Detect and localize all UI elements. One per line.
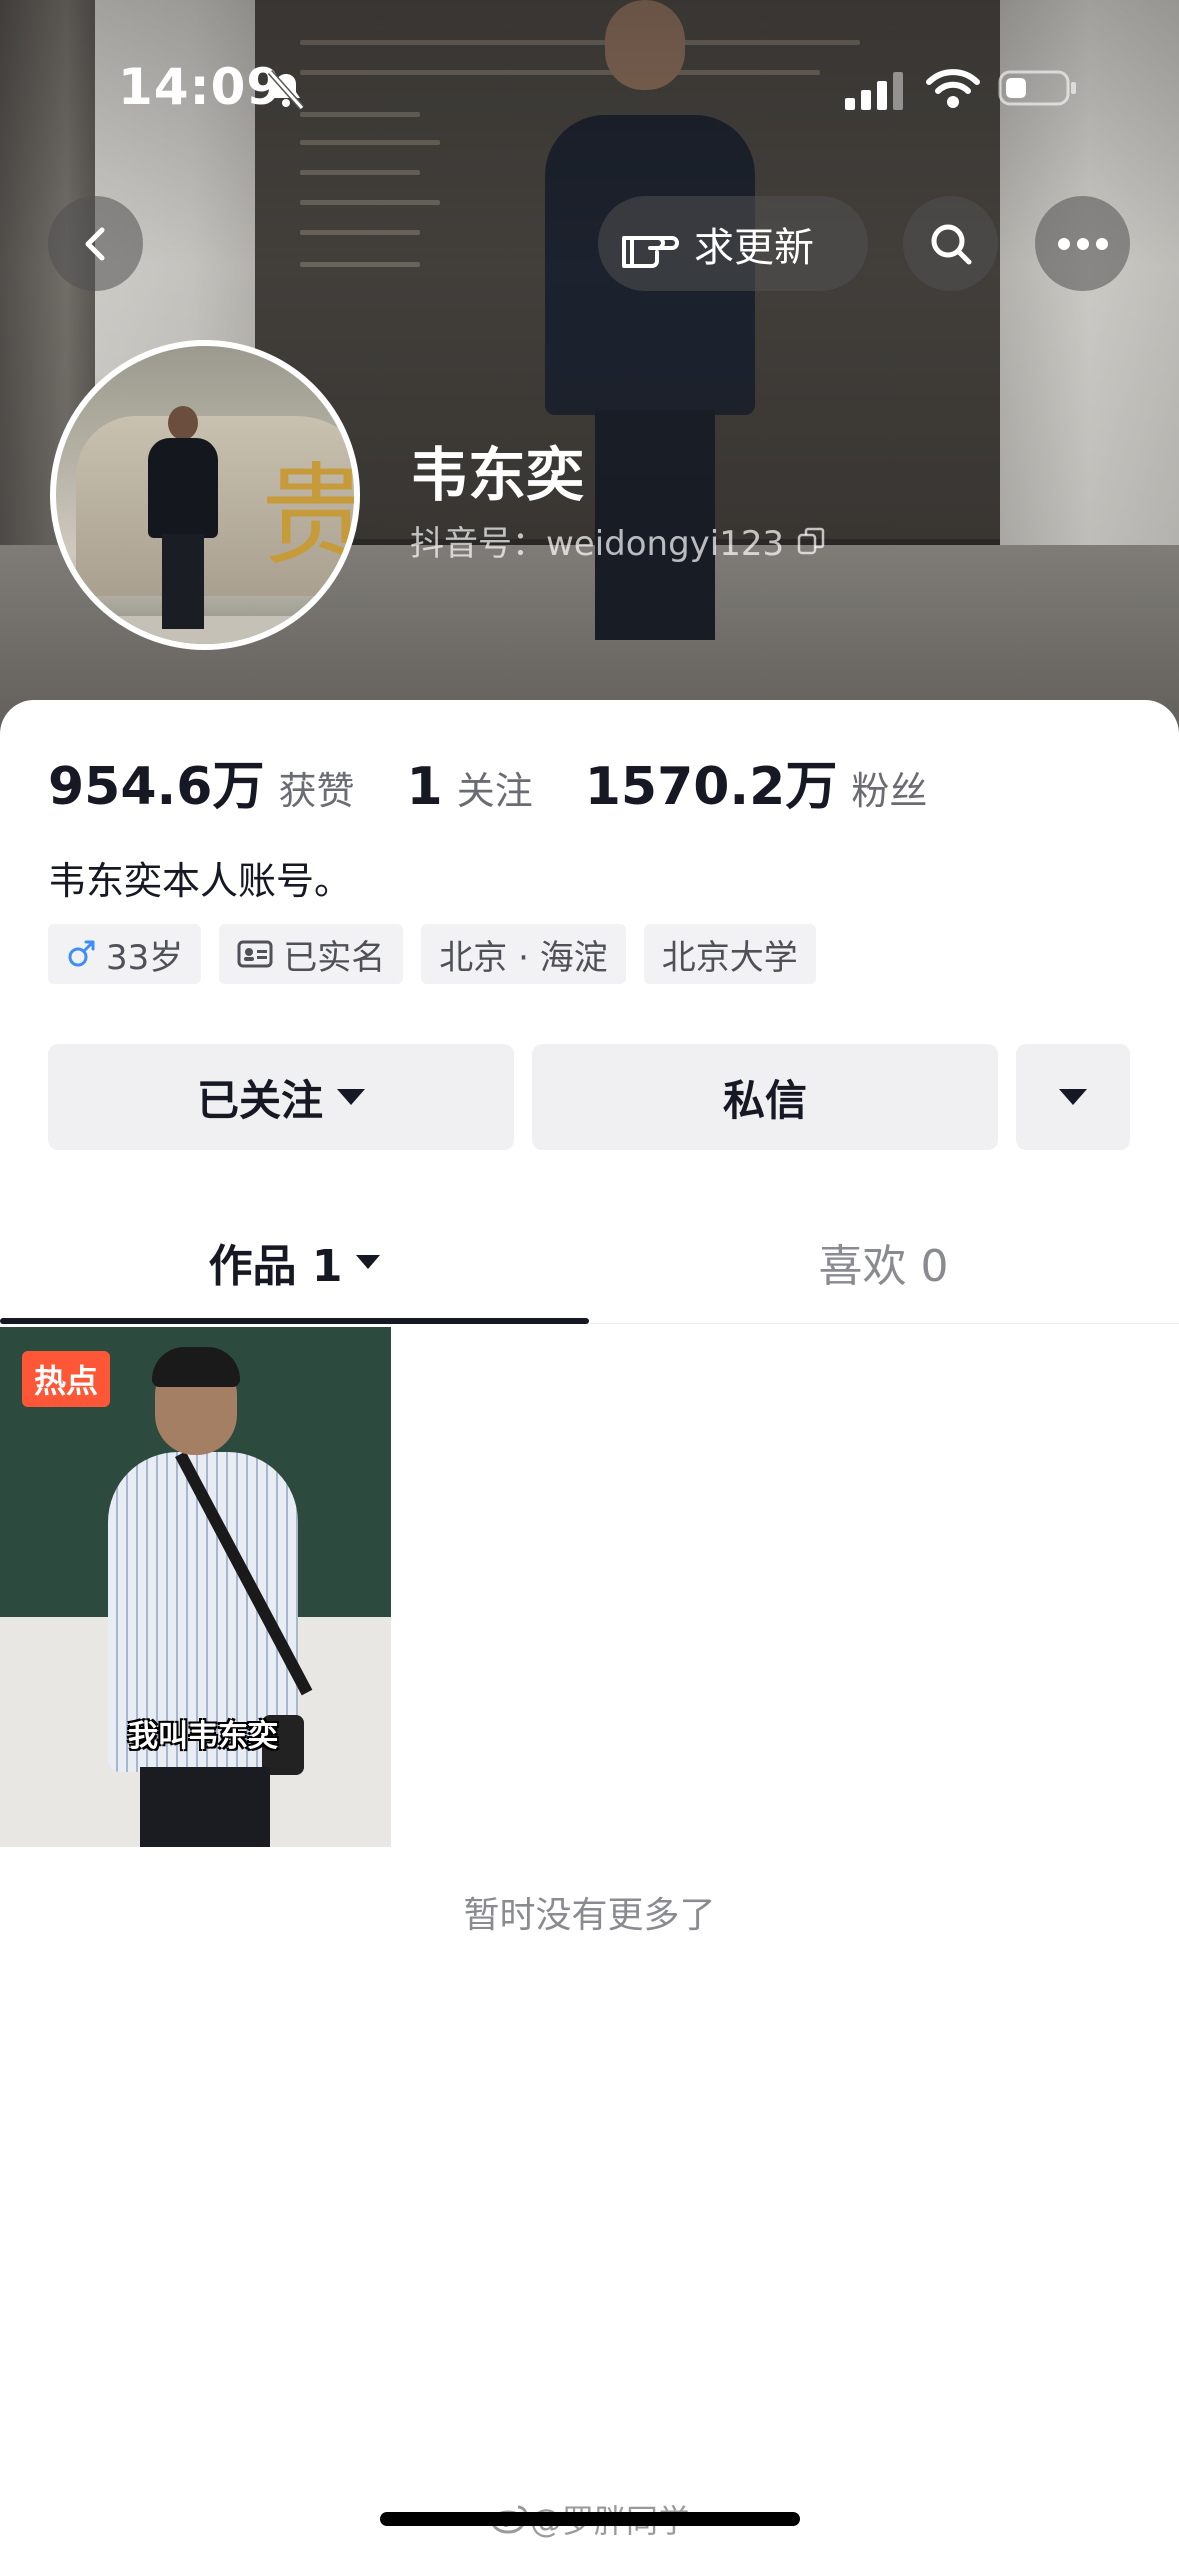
- caret-down-icon: [356, 1255, 381, 1269]
- profile-stats: 954.6万 获赞 1 关注 1570.2万 粉丝: [48, 744, 979, 819]
- verified-tag: 已实名: [219, 924, 404, 984]
- no-more-text: 暂时没有更多了: [463, 1895, 716, 1936]
- id-card-icon: [237, 940, 273, 968]
- message-button[interactable]: 私信: [532, 1044, 998, 1150]
- search-button[interactable]: [903, 196, 998, 291]
- video-thumbnail[interactable]: 热点 我叫韦东奕: [0, 1327, 391, 1847]
- profile-tags: 33岁 已实名 北京 · 海淀 北京大学: [48, 924, 834, 984]
- cellular-signal-icon: [845, 72, 903, 110]
- age-text: 33岁: [106, 937, 184, 978]
- battery-icon: [998, 70, 1076, 106]
- profile-card: 954.6万 获赞 1 关注 1570.2万 粉丝 韦东奕本人账号。 33岁 已…: [0, 700, 1179, 2556]
- caret-down-icon: [337, 1089, 365, 1105]
- request-update-button[interactable]: 求更新: [598, 196, 868, 291]
- profile-tabs: 作品 1 喜欢 0: [0, 1200, 1179, 1324]
- male-icon: [66, 939, 96, 969]
- hand-pointing-icon: [622, 235, 679, 268]
- status-bar: 14:09: [0, 0, 1179, 150]
- location-text: 北京 · 海淀: [439, 937, 608, 978]
- tab-works-label: 作品 1: [208, 1241, 343, 1292]
- verified-text: 已实名: [283, 937, 386, 978]
- action-buttons: 已关注 私信: [48, 1044, 1130, 1150]
- school-tag[interactable]: 北京大学: [643, 924, 816, 984]
- bell-muted-icon: [267, 70, 305, 110]
- avatar-person: [168, 406, 198, 440]
- home-indicator[interactable]: [380, 2512, 800, 2526]
- tab-likes[interactable]: 喜欢 0: [589, 1200, 1178, 1324]
- likes-count[interactable]: 954.6万: [48, 744, 264, 819]
- ellipsis-icon: [1057, 237, 1108, 250]
- status-time: 14:09: [118, 58, 283, 116]
- douyin-id[interactable]: 抖音号：weidongyi123: [410, 516, 826, 565]
- gender-age-tag: 33岁: [48, 924, 202, 984]
- profile-bio: 韦东奕本人账号。: [48, 859, 353, 903]
- message-label: 私信: [722, 1075, 807, 1125]
- active-tab-indicator: [0, 1318, 589, 1324]
- copy-icon[interactable]: [796, 526, 826, 556]
- search-icon: [931, 224, 971, 264]
- hot-badge: 热点: [22, 1351, 111, 1407]
- wifi-icon: [926, 69, 980, 108]
- recommend-dropdown-button[interactable]: [1016, 1044, 1130, 1150]
- video-person: [140, 1767, 270, 1847]
- video-caption: 我叫韦东奕: [128, 1719, 278, 1754]
- school-text: 北京大学: [661, 937, 798, 978]
- tab-works[interactable]: 作品 1: [0, 1200, 589, 1324]
- avatar[interactable]: 贵: [50, 340, 360, 650]
- following-label[interactable]: 关注: [457, 760, 533, 815]
- video-person: [152, 1347, 240, 1387]
- profile-nickname: 韦东奕: [410, 441, 585, 509]
- followed-button[interactable]: 已关注: [48, 1044, 514, 1150]
- followers-count[interactable]: 1570.2万: [585, 744, 838, 819]
- tab-likes-label: 喜欢 0: [818, 1241, 949, 1292]
- more-options-button[interactable]: [1035, 196, 1130, 291]
- location-tag: 北京 · 海淀: [421, 924, 626, 984]
- followers-label[interactable]: 粉丝: [851, 760, 927, 815]
- avatar-person: [148, 438, 218, 538]
- douyin-id-text: 抖音号：weidongyi123: [410, 524, 785, 564]
- likes-label[interactable]: 获赞: [278, 760, 354, 815]
- following-count[interactable]: 1: [407, 757, 443, 817]
- caret-down-icon: [1059, 1089, 1087, 1105]
- chevron-left-icon: [85, 227, 104, 260]
- avatar-rock-engraving: 贵: [261, 452, 360, 580]
- request-update-label: 求更新: [694, 224, 814, 271]
- followed-label: 已关注: [196, 1075, 323, 1125]
- back-button[interactable]: [48, 196, 143, 291]
- avatar-person: [162, 534, 204, 629]
